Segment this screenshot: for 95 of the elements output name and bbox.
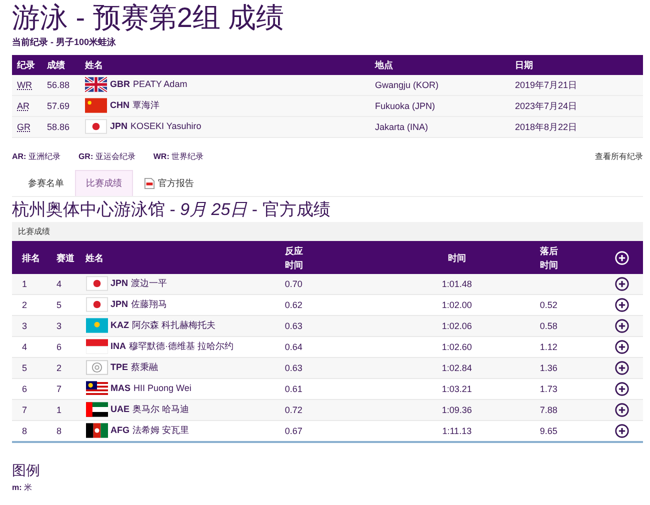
noc-code: MAS bbox=[110, 383, 131, 393]
expand-icon[interactable] bbox=[614, 403, 629, 417]
column-header: 姓名 bbox=[82, 241, 281, 274]
record-place: Fukuoka (JPN) bbox=[370, 96, 510, 116]
flag-icon bbox=[86, 318, 108, 332]
records-subtitle: 当前纪录 - 男子100米蛙泳 bbox=[12, 36, 118, 49]
athlete-name: HII Puong Wei bbox=[134, 383, 192, 393]
results-heading: 杭州奥体中心游泳馆 - 9月 25日 - 官方成绩 bbox=[12, 200, 332, 220]
time-behind-cell: 9.65 bbox=[540, 426, 558, 436]
time-cell: 1:01.48 bbox=[378, 274, 536, 294]
lane-cell: 3 bbox=[52, 316, 82, 336]
time-behind-cell: 7.88 bbox=[540, 405, 558, 415]
expand-icon[interactable] bbox=[614, 382, 629, 396]
column-header: 落后 时间 bbox=[536, 241, 601, 274]
time-behind-cell: 1.12 bbox=[540, 342, 558, 352]
column-header: 纪录 bbox=[12, 55, 42, 75]
column-header: 成绩 bbox=[42, 55, 80, 75]
time-cell: 1:02.84 bbox=[378, 358, 536, 378]
section-label: 比赛成绩 bbox=[12, 222, 643, 241]
record-date: 2018年8月22日 bbox=[510, 116, 643, 138]
athlete-name: KOSEKI Yasuhiro bbox=[130, 121, 202, 131]
lane-cell: 2 bbox=[52, 358, 82, 378]
expand-icon[interactable] bbox=[614, 361, 629, 375]
expand-icon[interactable] bbox=[614, 340, 629, 354]
lane-cell: 4 bbox=[52, 274, 82, 294]
rank-cell: 5 bbox=[12, 358, 53, 378]
record-mark: 56.88 bbox=[42, 75, 80, 96]
rank-cell: 7 bbox=[12, 400, 53, 420]
record-date: 2019年7月21日 bbox=[510, 75, 643, 96]
athlete-name: 阿尔森 科扎赫梅托夫 bbox=[132, 318, 216, 332]
athlete-name: 蔡秉融 bbox=[131, 360, 158, 374]
legend-item: m: 米 bbox=[12, 482, 34, 493]
athlete-name: PEATY Adam bbox=[133, 79, 188, 89]
athlete-name: 覃海洋 bbox=[132, 98, 160, 112]
expand-icon[interactable] bbox=[614, 424, 629, 438]
column-header: 赛道 bbox=[52, 241, 82, 274]
legend-title: 图例 bbox=[12, 461, 41, 479]
time-behind-cell: 0.52 bbox=[540, 300, 558, 310]
record-abbreviation: AR: 亚洲纪录 bbox=[12, 151, 60, 162]
tab[interactable]: 比赛成绩 bbox=[75, 170, 133, 196]
time-behind-cell: 1.36 bbox=[540, 363, 558, 373]
noc-code: CHN bbox=[110, 100, 130, 110]
athlete-name: 穆罕默德·德维基 拉哈尔约 bbox=[129, 340, 234, 352]
record-mark: 57.69 bbox=[42, 96, 80, 116]
noc-code: KAZ bbox=[110, 320, 130, 330]
reaction-time-cell: 0.63 bbox=[280, 358, 378, 378]
rank-cell: 8 bbox=[12, 420, 53, 442]
record-abbreviation: WR: 世界纪录 bbox=[153, 151, 204, 162]
reaction-time-cell: 0.63 bbox=[280, 316, 378, 336]
column-header: 姓名 bbox=[80, 55, 370, 75]
athlete-name: 佐藤翔马 bbox=[131, 298, 168, 310]
record-place: Jakarta (INA) bbox=[370, 116, 510, 138]
rank-cell: 1 bbox=[12, 274, 53, 294]
time-cell: 1:11.13 bbox=[378, 420, 536, 442]
noc-code: JPN bbox=[110, 121, 128, 131]
time-cell: 1:09.36 bbox=[378, 400, 536, 420]
noc-code: INA bbox=[110, 341, 126, 351]
expand-icon[interactable] bbox=[614, 319, 629, 333]
athlete-name: 奥马尔 哈马迪 bbox=[132, 402, 190, 416]
rank-cell: 3 bbox=[12, 316, 53, 336]
pdf-icon bbox=[144, 178, 155, 189]
record-mark: 58.86 bbox=[42, 116, 80, 138]
column-header: 排名 bbox=[12, 241, 53, 274]
flag-icon bbox=[85, 98, 107, 112]
column-header: 时间 bbox=[378, 241, 536, 274]
flag-icon bbox=[86, 422, 108, 438]
time-cell: 1:02.06 bbox=[378, 316, 536, 336]
expand-icon[interactable] bbox=[614, 277, 629, 291]
noc-code: AFG bbox=[110, 425, 130, 435]
lane-cell: 1 bbox=[52, 400, 82, 420]
record-date: 2023年7月24日 bbox=[510, 96, 643, 116]
reaction-time-cell: 0.70 bbox=[280, 274, 378, 294]
time-behind-cell: 1.73 bbox=[540, 384, 558, 394]
lane-cell: 8 bbox=[52, 420, 82, 442]
athlete-name: 渡边一平 bbox=[131, 276, 168, 290]
noc-code: JPN bbox=[110, 299, 128, 309]
page-title: 游泳 - 预赛第2组 成绩 bbox=[12, 2, 286, 34]
all-records-link[interactable]: 查看所有纪录 bbox=[595, 151, 643, 162]
noc-code: JPN bbox=[110, 278, 128, 288]
column-header: 地点 bbox=[370, 55, 510, 75]
noc-code: GBR bbox=[110, 79, 130, 89]
reaction-time-cell: 0.67 bbox=[280, 420, 378, 442]
column-header: 反应 时间 bbox=[280, 241, 378, 274]
noc-code: UAE bbox=[110, 404, 130, 414]
reaction-time-cell: 0.72 bbox=[280, 400, 378, 420]
record-place: Gwangju (KOR) bbox=[370, 75, 510, 96]
expand-icon[interactable] bbox=[614, 298, 629, 312]
column-header: 日期 bbox=[510, 55, 643, 75]
athlete-name: 法希姆 安瓦里 bbox=[132, 424, 190, 436]
flag-icon bbox=[86, 338, 108, 354]
record-abbreviation: GR: 亚运会纪录 bbox=[78, 151, 136, 162]
flag-icon bbox=[86, 380, 108, 396]
noc-code: TPE bbox=[110, 362, 128, 372]
time-behind-cell: 0.58 bbox=[540, 321, 558, 331]
flag-icon bbox=[86, 296, 108, 312]
